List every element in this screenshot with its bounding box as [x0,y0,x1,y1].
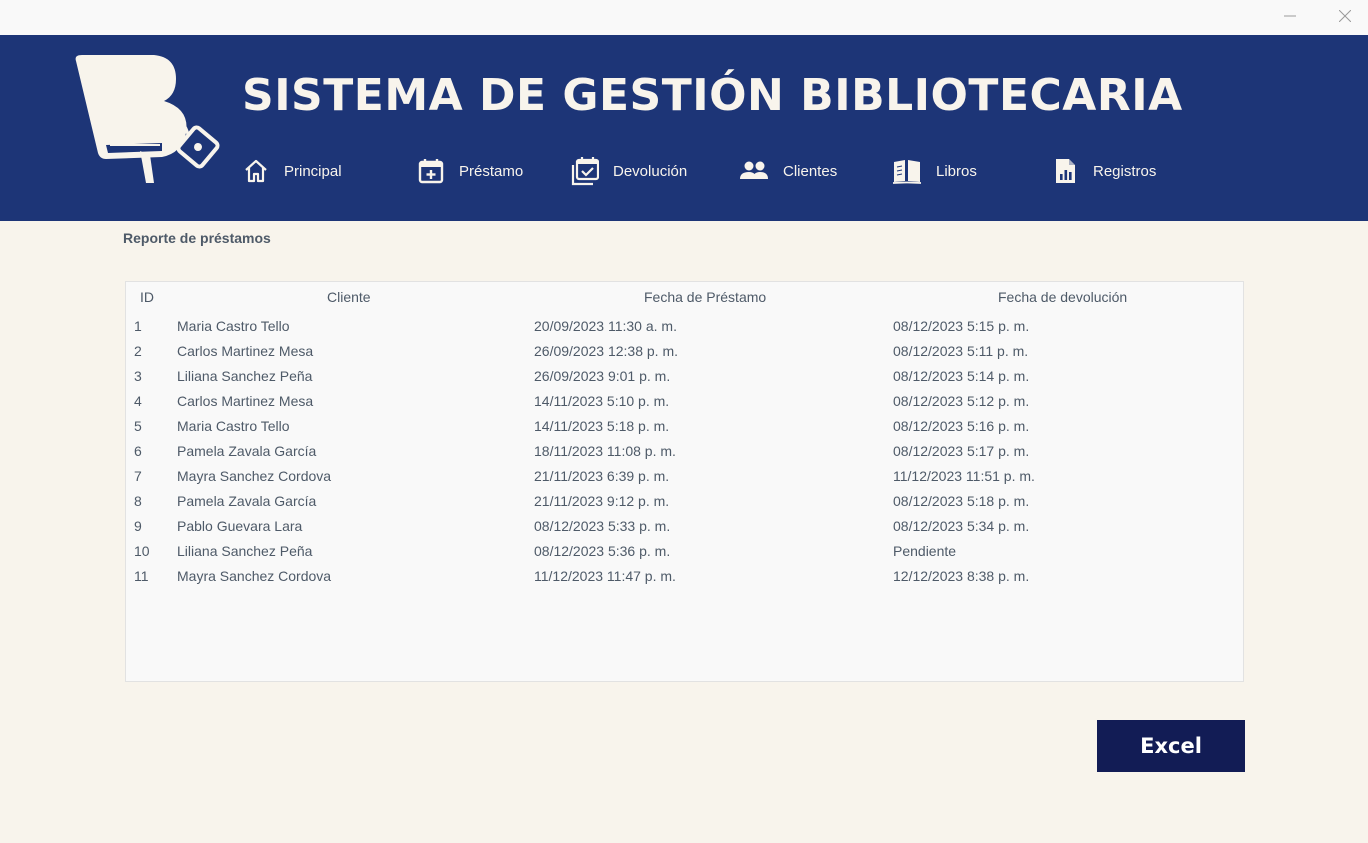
table-row[interactable]: 3 Liliana Sanchez Peña 26/09/2023 9:01 p… [126,364,1243,389]
cell-fecha-devolucion: 11/12/2023 11:51 p. m. [893,468,1035,484]
cell-id: 11 [134,568,149,584]
cell-id: 4 [134,393,142,409]
cell-fecha-devolucion: 08/12/2023 5:11 p. m. [893,343,1029,359]
table-row[interactable]: 1 Maria Castro Tello 20/09/2023 11:30 a.… [126,314,1243,339]
cell-id: 10 [134,543,150,559]
nav-principal-label: Principal [284,162,342,180]
cell-fecha-devolucion: 08/12/2023 5:34 p. m. [893,518,1030,534]
cell-cliente: Carlos Martinez Mesa [177,393,314,409]
cell-fecha-prestamo: 14/11/2023 5:18 p. m. [534,418,670,434]
cell-cliente: Maria Castro Tello [177,418,290,434]
home-icon [245,159,267,183]
cell-fecha-devolucion: 08/12/2023 5:15 p. m. [893,318,1030,334]
nav-registros[interactable]: Registros [1053,155,1156,187]
cell-cliente: Carlos Martinez Mesa [177,343,314,359]
column-header-fecha-devolucion[interactable]: Fecha de devolución [998,289,1127,305]
close-icon [1339,10,1351,22]
nav-prestamo[interactable]: Préstamo [417,155,523,187]
window-titlebar [0,0,1368,35]
cell-fecha-devolucion: 08/12/2023 5:14 p. m. [893,368,1030,384]
minimize-icon [1284,15,1296,17]
cell-fecha-prestamo: 11/12/2023 11:47 p. m. [534,568,676,584]
cell-cliente: Mayra Sanchez Cordova [177,468,332,484]
calendar-check-icon [571,157,599,186]
table-row[interactable]: 8 Pamela Zavala García 21/11/2023 9:12 p… [126,489,1243,514]
calendar-add-icon [418,159,444,184]
cell-fecha-prestamo: 20/09/2023 11:30 a. m. [534,318,677,334]
cell-fecha-prestamo: 26/09/2023 9:01 p. m. [534,368,671,384]
cell-cliente: Maria Castro Tello [177,318,290,334]
cell-fecha-devolucion: 08/12/2023 5:18 p. m. [893,493,1030,509]
library-logo-icon [75,55,220,183]
table-row[interactable]: 2 Carlos Martinez Mesa 26/09/2023 12:38 … [126,339,1243,364]
cell-fecha-prestamo: 08/12/2023 5:33 p. m. [534,518,671,534]
cell-cliente: Liliana Sanchez Peña [177,368,313,384]
nav-libros[interactable]: Libros [892,155,977,187]
cell-fecha-prestamo: 14/11/2023 5:10 p. m. [534,393,670,409]
column-header-fecha-prestamo[interactable]: Fecha de Préstamo [644,289,766,305]
export-excel-button[interactable]: Excel [1097,720,1245,772]
column-header-id[interactable]: ID [140,289,154,305]
nav-devolucion[interactable]: Devolución [571,155,687,187]
users-icon [740,161,768,179]
minimize-button[interactable] [1267,0,1313,32]
cell-fecha-prestamo: 08/12/2023 5:36 p. m. [534,543,671,559]
table-row[interactable]: 5 Maria Castro Tello 14/11/2023 5:18 p. … [126,414,1243,439]
table-row[interactable]: 6 Pamela Zavala García 18/11/2023 11:08 … [126,439,1243,464]
cell-id: 5 [134,418,142,434]
cell-cliente: Mayra Sanchez Cordova [177,568,332,584]
cell-fecha-devolucion: 12/12/2023 8:38 p. m. [893,568,1030,584]
cell-cliente: Liliana Sanchez Peña [177,543,313,559]
cell-id: 6 [134,443,142,459]
book-icon [892,160,922,184]
cell-fecha-prestamo: 18/11/2023 11:08 p. m. [534,443,676,459]
cell-fecha-devolucion: Pendiente [893,543,957,559]
nav-prestamo-label: Préstamo [459,162,524,180]
cell-fecha-prestamo: 26/09/2023 12:38 p. m. [534,343,678,359]
cell-id: 3 [134,368,142,384]
cell-cliente: Pamela Zavala García [177,443,317,459]
app-title: SISTEMA DE GESTIÓN BIBLIOTECARIA [242,70,1183,121]
cell-fecha-devolucion: 08/12/2023 5:17 p. m. [893,443,1030,459]
nav-principal[interactable]: Principal [242,155,342,187]
loans-table[interactable]: ID Cliente Fecha de Préstamo Fecha de de… [125,281,1244,682]
close-button[interactable] [1322,0,1368,32]
cell-id: 2 [134,343,142,359]
cell-cliente: Pamela Zavala García [177,493,317,509]
cell-id: 9 [134,518,142,534]
report-title: Reporte de préstamos [123,230,271,246]
nav-clientes-label: Clientes [783,162,838,180]
app-header: SISTEMA DE GESTIÓN BIBLIOTECARIA Princip… [0,35,1368,221]
cell-id: 7 [134,468,142,484]
cell-fecha-prestamo: 21/11/2023 9:12 p. m. [534,493,670,509]
nav-registros-label: Registros [1093,162,1157,180]
cell-fecha-prestamo: 21/11/2023 6:39 p. m. [534,468,670,484]
table-row[interactable]: 9 Pablo Guevara Lara 08/12/2023 5:33 p. … [126,514,1243,539]
report-icon [1056,159,1075,183]
cell-fecha-devolucion: 08/12/2023 5:16 p. m. [893,418,1030,434]
cell-id: 1 [134,318,142,334]
nav-devolucion-label: Devolución [613,162,688,180]
table-row[interactable]: 7 Mayra Sanchez Cordova 21/11/2023 6:39 … [126,464,1243,489]
table-row[interactable]: 10 Liliana Sanchez Peña 08/12/2023 5:36 … [126,539,1243,564]
nav-libros-label: Libros [936,162,977,180]
nav-clientes[interactable]: Clientes [739,155,837,187]
cell-fecha-devolucion: 08/12/2023 5:12 p. m. [893,393,1030,409]
table-row[interactable]: 4 Carlos Martinez Mesa 14/11/2023 5:10 p… [126,389,1243,414]
column-header-cliente[interactable]: Cliente [327,289,371,305]
table-row[interactable]: 11 Mayra Sanchez Cordova 11/12/2023 11:4… [126,564,1243,589]
cell-id: 8 [134,493,142,509]
cell-cliente: Pablo Guevara Lara [177,518,303,534]
